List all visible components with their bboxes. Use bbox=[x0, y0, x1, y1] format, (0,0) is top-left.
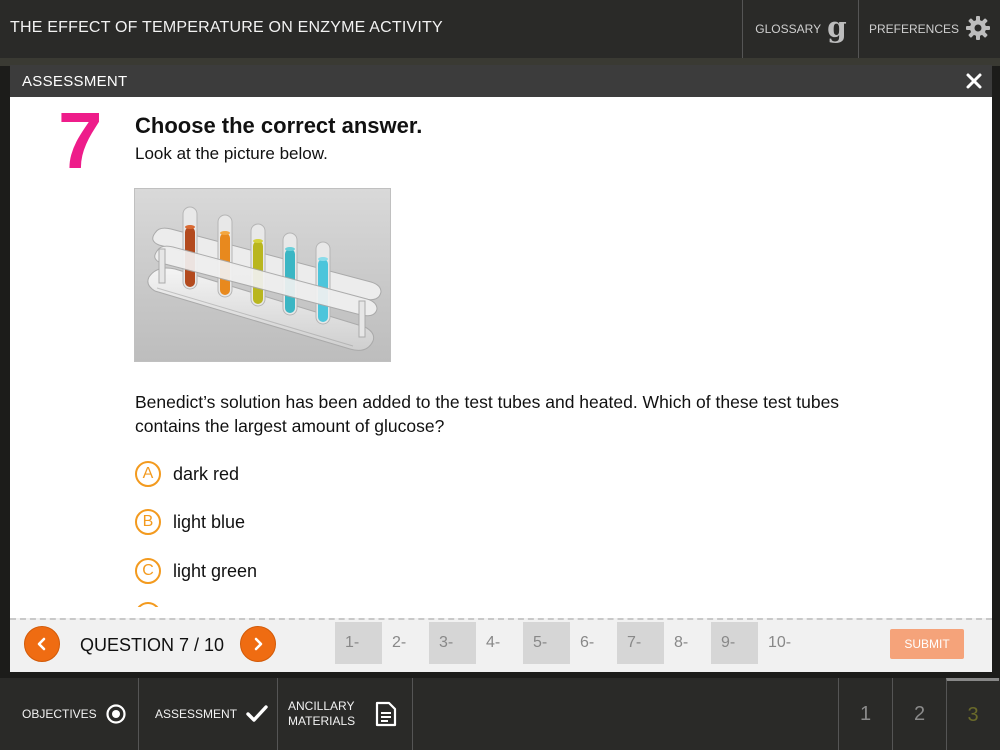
bottom-bar: OBJECTIVES ASSESSMENT ANCILLARY MATERIAL… bbox=[0, 678, 1000, 750]
question-heading: Choose the correct answer. bbox=[135, 113, 423, 138]
glossary-button[interactable]: GLOSSARY g bbox=[742, 0, 859, 58]
option-d-partial[interactable] bbox=[135, 601, 161, 607]
preferences-label: PREFERENCES bbox=[868, 22, 960, 36]
objectives-button[interactable]: OBJECTIVES bbox=[0, 678, 139, 750]
test-tubes-image bbox=[134, 188, 391, 362]
question-tab-5[interactable]: 5- bbox=[523, 622, 570, 664]
chevron-right-icon bbox=[254, 637, 263, 651]
glossary-label: GLOSSARY bbox=[755, 22, 822, 36]
assessment-label: ASSESSMENT bbox=[155, 707, 238, 721]
ancillary-materials-button[interactable]: ANCILLARY MATERIALS bbox=[279, 678, 413, 750]
question-tab-8[interactable]: 8- bbox=[664, 622, 711, 664]
question-tab-7[interactable]: 7- bbox=[617, 622, 664, 664]
close-icon[interactable] bbox=[962, 69, 986, 93]
question-tab-4[interactable]: 4- bbox=[476, 622, 523, 664]
submit-button[interactable]: SUBMIT bbox=[890, 629, 964, 659]
page-button-2[interactable]: 2 bbox=[892, 678, 946, 750]
assessment-modal: ASSESSMENT 7 Choose the correct answer. … bbox=[10, 65, 992, 672]
document-icon bbox=[375, 701, 397, 727]
gear-icon bbox=[965, 15, 991, 44]
app-title: THE EFFECT OF TEMPERATURE ON ENZYME ACTI… bbox=[10, 19, 443, 36]
question-tab-2[interactable]: 2- bbox=[382, 622, 429, 664]
option-text: dark red bbox=[173, 463, 240, 484]
question-text: Benedict’s solution has been added to th… bbox=[135, 392, 840, 436]
option-letter: C bbox=[135, 558, 161, 584]
question-tab-9[interactable]: 9- bbox=[711, 622, 758, 664]
option-c[interactable]: C light green bbox=[135, 556, 257, 586]
question-number: 7 bbox=[58, 96, 103, 185]
ancillary-label: ANCILLARY MATERIALS bbox=[288, 699, 355, 729]
option-a[interactable]: A dark red bbox=[135, 459, 239, 489]
next-question-button[interactable] bbox=[240, 626, 276, 662]
objectives-label: OBJECTIVES bbox=[22, 707, 97, 721]
option-letter: A bbox=[135, 461, 161, 487]
page-button-1[interactable]: 1 bbox=[838, 678, 892, 750]
question-subheading: Look at the picture below. bbox=[135, 144, 328, 163]
chevron-left-icon bbox=[37, 637, 46, 651]
question-tab-6[interactable]: 6- bbox=[570, 622, 617, 664]
ancillary-label-line1: ANCILLARY bbox=[288, 699, 355, 713]
previous-question-button[interactable] bbox=[24, 626, 60, 662]
modal-header: ASSESSMENT bbox=[10, 65, 992, 97]
question-navigation: QUESTION 7 / 10 1- 2- 3- 4- 5- 6- 7- 8- … bbox=[10, 618, 992, 672]
page-button-3[interactable]: 3 bbox=[946, 678, 999, 750]
option-b[interactable]: B light blue bbox=[135, 507, 245, 537]
question-tab-3[interactable]: 3- bbox=[429, 622, 476, 664]
option-letter: B bbox=[135, 509, 161, 535]
option-letter bbox=[135, 602, 161, 607]
preferences-button[interactable]: PREFERENCES bbox=[858, 0, 1000, 58]
modal-title: ASSESSMENT bbox=[22, 73, 128, 90]
glossary-g-icon: g bbox=[827, 10, 847, 44]
assessment-button[interactable]: ASSESSMENT bbox=[140, 678, 278, 750]
question-counter: QUESTION 7 / 10 bbox=[80, 635, 225, 655]
top-bar: THE EFFECT OF TEMPERATURE ON ENZYME ACTI… bbox=[0, 0, 1000, 58]
question-tab-10[interactable]: 10- bbox=[758, 622, 805, 664]
question-tab-1[interactable]: 1- bbox=[335, 622, 382, 664]
target-icon bbox=[106, 704, 126, 724]
option-text: light blue bbox=[173, 511, 246, 532]
ancillary-label-line2: MATERIALS bbox=[288, 714, 356, 728]
checkmark-icon bbox=[246, 705, 268, 723]
option-text: light green bbox=[173, 560, 258, 581]
